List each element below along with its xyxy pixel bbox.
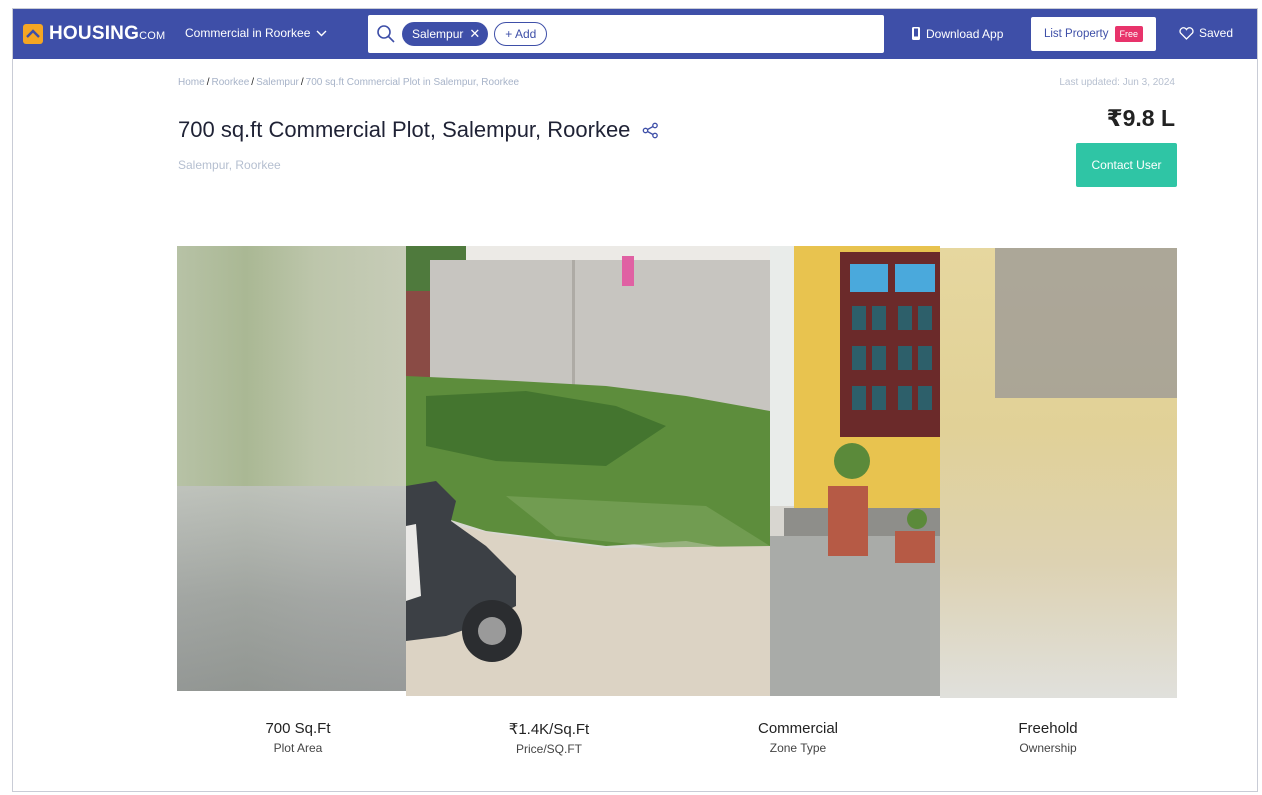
main-photo[interactable] xyxy=(406,246,770,696)
next-photo-blurred[interactable] xyxy=(940,248,1177,698)
chevron-down-icon xyxy=(316,30,327,36)
listing-price: ₹9.8 L xyxy=(1106,105,1175,131)
contact-user-button[interactable]: Contact User xyxy=(1076,143,1177,187)
list-property-label: List Property xyxy=(1043,28,1109,40)
previous-photo-blurred[interactable] xyxy=(177,246,407,691)
search-bar[interactable]: Salempur ✕ + Add xyxy=(368,15,884,53)
stat-value: 700 Sq.Ft xyxy=(265,720,331,737)
city-select-label: Commercial in Roorkee xyxy=(185,26,311,40)
listing-title: 700 sq.ft Commercial Plot, Salempur, Roo… xyxy=(178,117,631,142)
stat-price-per-sqft: ₹1.4K/Sq.Ft Price/SQ.FT xyxy=(469,720,629,756)
add-locality-button[interactable]: + Add xyxy=(494,22,548,46)
category-city-dropdown[interactable]: Commercial in Roorkee xyxy=(185,26,327,40)
stat-label: Zone Type xyxy=(769,741,827,755)
house-photo xyxy=(770,246,940,696)
download-app-link[interactable]: Download App xyxy=(911,26,1003,41)
breadcrumb-current: 700 sq.ft Commercial Plot in Salempur, R… xyxy=(305,77,520,88)
sublocation[interactable]: Salempur, Roorkee xyxy=(178,158,281,172)
stat-label: Plot Area xyxy=(273,741,323,755)
housing-logo[interactable]: HOUSINGCOM xyxy=(23,23,165,45)
logo-suffix: COM xyxy=(139,30,166,42)
phone-icon xyxy=(912,27,920,40)
stat-value: ₹1.4K/Sq.Ft xyxy=(508,721,590,738)
plot-photo xyxy=(406,246,770,696)
stat-value: Freehold xyxy=(1018,720,1078,737)
logo-text: HOUSING xyxy=(49,23,140,44)
breadcrumb: Home / Roorkee / Salempur/700 sq.ft Commerci… xyxy=(178,77,520,88)
stat-label: Price/SQ.FT xyxy=(515,742,582,756)
photo-gallery[interactable] xyxy=(177,246,1177,698)
stat-zone-type: Commercial Zone Type xyxy=(718,720,878,755)
search-icon xyxy=(377,25,395,43)
heart-icon xyxy=(1179,26,1194,40)
top-navbar: HOUSINGCOM Commercial in Roorkee Salempu… xyxy=(13,9,1257,59)
page-frame: HOUSINGCOM Commercial in Roorkee Salempu… xyxy=(12,8,1258,792)
breadcrumb-locality[interactable]: Salempur xyxy=(256,77,299,88)
stat-value: Commercial xyxy=(757,720,838,737)
breadcrumb-home[interactable]: Home xyxy=(178,77,205,88)
stat-label: Ownership xyxy=(1019,741,1077,755)
secondary-photo[interactable] xyxy=(770,246,940,696)
locality-chip[interactable]: Salempur ✕ xyxy=(402,22,489,46)
page-title: 700 sq.ft Commercial Plot, Salempur, Roo… xyxy=(178,117,659,143)
stat-plot-area: 700 Sq.Ft Plot Area xyxy=(218,720,378,755)
saved-link[interactable]: Saved xyxy=(1179,26,1233,40)
close-icon[interactable]: ✕ xyxy=(469,26,480,42)
locality-chip-label: Salempur xyxy=(412,27,464,41)
download-app-label: Download App xyxy=(926,26,1004,41)
saved-label: Saved xyxy=(1199,26,1234,40)
logo-wordmark: HOUSINGCOM xyxy=(49,23,165,45)
home-logo-icon xyxy=(23,24,43,44)
list-property-button[interactable]: List Property Free xyxy=(1031,17,1156,51)
stat-ownership: Freehold Ownership xyxy=(968,720,1128,755)
breadcrumb-city[interactable]: Roorkee xyxy=(211,77,249,88)
last-updated: Last updated: Jun 3, 2024 xyxy=(1059,77,1175,88)
share-icon[interactable] xyxy=(642,122,659,139)
free-badge: Free xyxy=(1114,26,1144,42)
